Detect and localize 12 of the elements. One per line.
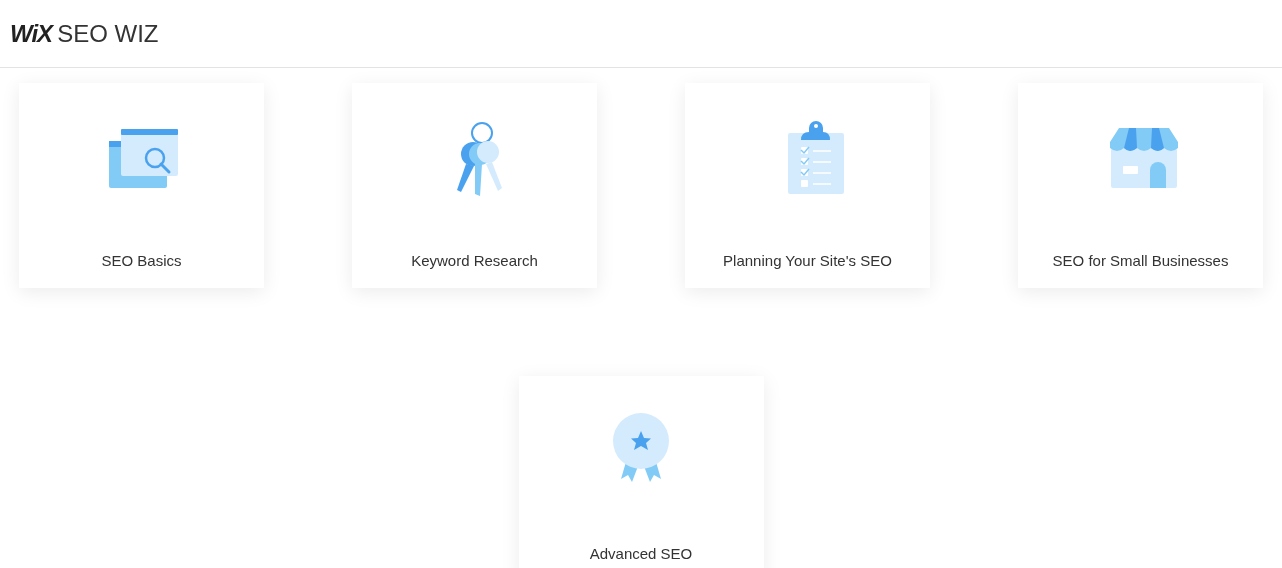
card-label: Advanced SEO <box>589 545 693 562</box>
topic-card[interactable]: Keyword Research <box>352 83 597 288</box>
card-label: SEO Basics <box>101 252 182 269</box>
topic-card[interactable]: Planning Your Site's SEO <box>685 83 930 288</box>
card-label: SEO for Small Businesses <box>1052 252 1229 269</box>
topic-card[interactable]: SEO Basics <box>19 83 264 288</box>
app-title: SEO WIZ <box>57 19 159 48</box>
topic-card[interactable]: SEO for Small Businesses <box>1018 83 1263 288</box>
logo: WiX <box>10 19 53 48</box>
card-label: Keyword Research <box>411 252 538 269</box>
card-label: Planning Your Site's SEO <box>723 252 892 269</box>
topic-card[interactable]: Advanced SEO <box>518 376 764 568</box>
